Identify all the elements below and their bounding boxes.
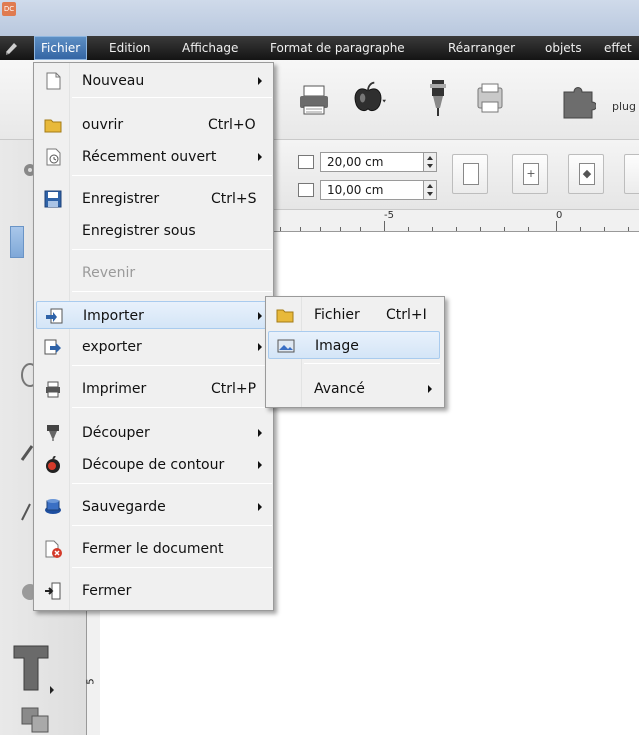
submenu-arrow-icon [428, 385, 432, 393]
title-bar: DC [0, 0, 639, 36]
menu-fichier[interactable]: Fichier [34, 36, 88, 60]
add-page-button[interactable]: + [512, 154, 548, 194]
import-submenu: Fichier Ctrl+I Image Avancé [265, 296, 445, 408]
submenu-arrow-icon [258, 429, 262, 437]
menu-bar: Fichier Edition Affichage Format de para… [0, 36, 639, 60]
export-icon [44, 339, 61, 355]
select-tool[interactable] [10, 226, 24, 258]
page-extra-button[interactable] [624, 154, 639, 194]
import-icon [46, 308, 63, 324]
menu-separator [72, 97, 272, 98]
menu-item-ouvrir[interactable]: ouvrir Ctrl+O [36, 111, 271, 139]
submenu-arrow-icon [258, 312, 262, 320]
width-icon [298, 155, 314, 169]
menu-item-decouper[interactable]: Découper [36, 419, 271, 447]
menu-rearranger[interactable]: Réarranger [448, 36, 515, 60]
width-input[interactable]: 20,00 cm [320, 152, 426, 172]
height-icon [298, 183, 314, 197]
app-icon: DC [2, 2, 16, 16]
image-icon [277, 339, 295, 353]
ruler-label-0: 0 [556, 210, 563, 221]
floppy-icon [44, 190, 62, 208]
menu-item-exporter[interactable]: exporter [36, 333, 271, 361]
close-doc-icon [45, 540, 62, 558]
menu-item-revenir: Revenir [82, 265, 136, 281]
menu-edition[interactable]: Edition [109, 36, 151, 60]
text-tool-icon[interactable] [8, 640, 62, 698]
width-spinner[interactable] [423, 152, 437, 172]
new-doc-icon [46, 72, 61, 90]
submenu-item-avance[interactable]: Avancé [268, 375, 442, 403]
menu-separator [304, 363, 440, 364]
ruler-label-minus5: -5 [384, 210, 394, 221]
height-spinner[interactable] [423, 180, 437, 200]
submenu-item-fichier[interactable]: Fichier Ctrl+I [268, 301, 442, 329]
menu-item-fermer[interactable]: Fermer [36, 577, 271, 605]
submenu-arrow-icon [258, 503, 262, 511]
printer-icon[interactable] [296, 80, 332, 120]
menu-item-enregistrer-sous[interactable]: Enregistrer sous [36, 217, 271, 245]
submenu-item-image[interactable]: Image [268, 331, 440, 359]
menu-item-recemment-ouvert[interactable]: Récemment ouvert [36, 143, 271, 171]
menu-effet[interactable]: effet [604, 36, 632, 60]
menu-format-paragraphe[interactable]: Format de paragraphe [270, 36, 405, 60]
cutter-icon [47, 425, 59, 441]
printer-icon [46, 381, 60, 398]
file-menu: Nouveau ouvrir Ctrl+O Récemment ouvert E… [33, 62, 274, 611]
printer-2-icon[interactable] [472, 80, 508, 120]
cutter-tool-icon[interactable] [420, 78, 456, 118]
menu-item-enregistrer[interactable]: Enregistrer Ctrl+S [36, 185, 271, 213]
menu-item-imprimer[interactable]: Imprimer Ctrl+P [36, 375, 271, 403]
menu-separator [72, 567, 272, 568]
menu-separator [72, 365, 272, 366]
plugin-icon[interactable] [560, 82, 596, 122]
submenu-arrow-icon [258, 343, 262, 351]
height-input[interactable]: 10,00 cm [320, 180, 426, 200]
shapes-tool-icon[interactable] [18, 702, 52, 735]
contour-cut-icon [46, 456, 60, 473]
app-logo-icon[interactable] [4, 40, 20, 56]
apple-icon[interactable] [350, 78, 386, 118]
menu-separator [72, 407, 272, 408]
submenu-arrow-icon [258, 153, 262, 161]
recent-icon [46, 148, 61, 166]
backup-icon [45, 499, 61, 514]
menu-separator [72, 525, 272, 526]
folder-icon [276, 309, 294, 323]
add-page-icon: + [523, 163, 539, 185]
menu-item-fermer-document[interactable]: Fermer le document [36, 535, 271, 563]
menu-separator [72, 175, 272, 176]
page-orientation-button[interactable] [452, 154, 488, 194]
menu-item-nouveau[interactable]: Nouveau [36, 67, 271, 95]
folder-icon [44, 119, 62, 133]
menu-item-sauvegarde[interactable]: Sauvegarde [36, 493, 271, 521]
menu-separator [72, 483, 272, 484]
exit-icon [45, 582, 61, 600]
vruler-label: 5 [85, 678, 97, 685]
submenu-arrow-icon [258, 77, 262, 85]
menu-affichage[interactable]: Affichage [182, 36, 238, 60]
app-window: DC Fichier Edition Affichage Format de p… [0, 0, 639, 735]
page-nav-button[interactable]: ◆ [568, 154, 604, 194]
submenu-arrow-icon [258, 461, 262, 469]
menu-separator [72, 249, 272, 250]
menu-objets[interactable]: objets [545, 36, 582, 60]
menu-item-importer[interactable]: Importer [36, 301, 271, 329]
menu-separator [72, 291, 272, 292]
page-icon [463, 163, 479, 185]
page-nav-icon: ◆ [579, 163, 595, 185]
menu-item-decoupe-contour[interactable]: Découpe de contour [36, 451, 271, 479]
plugin-label: plug [612, 100, 636, 113]
